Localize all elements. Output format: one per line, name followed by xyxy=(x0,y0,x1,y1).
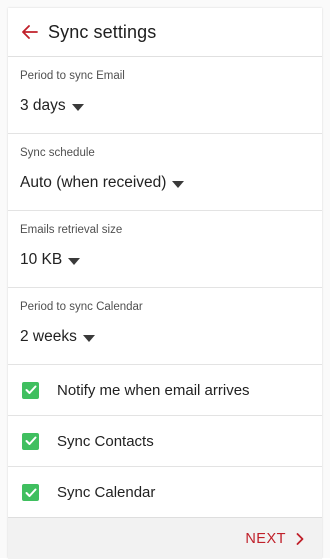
sync-contacts-checkbox-row[interactable]: Sync Contacts xyxy=(8,416,322,467)
checkbox-checked-icon[interactable] xyxy=(22,432,39,450)
settings-list: Period to sync Email 3 days Sync schedul… xyxy=(8,57,322,518)
setting-label: Sync schedule xyxy=(20,147,95,159)
caret-down-icon xyxy=(71,103,84,111)
checkbox-label: Notify me when email arrives xyxy=(57,381,250,399)
app-bar: Sync settings xyxy=(8,8,322,57)
caret-down-icon xyxy=(68,257,81,265)
dropdown-value: Auto (when received) xyxy=(20,174,167,191)
period-calendar-dropdown[interactable]: 2 weeks xyxy=(20,328,95,346)
setting-label: Period to sync Email xyxy=(20,70,125,82)
next-button[interactable]: NEXT xyxy=(245,518,304,559)
checkbox-label: Sync Contacts xyxy=(57,432,154,450)
dropdown-value: 10 KB xyxy=(20,251,63,268)
setting-label: Emails retrieval size xyxy=(20,224,123,236)
dropdown-value: 2 weeks xyxy=(20,328,77,345)
sync-calendar-checkbox-row[interactable]: Sync Calendar xyxy=(8,467,322,518)
checkbox-checked-icon[interactable] xyxy=(22,381,39,399)
sync-schedule-dropdown[interactable]: Auto (when received) xyxy=(20,174,185,192)
bottom-bar: NEXT xyxy=(8,517,322,559)
checkbox-label: Sync Calendar xyxy=(57,484,156,501)
caret-down-icon xyxy=(82,334,95,342)
back-button[interactable] xyxy=(12,8,48,56)
setting-label: Period to sync Calendar xyxy=(20,301,143,313)
setting-period-email: Period to sync Email 3 days xyxy=(8,57,322,134)
setting-retrieval-size: Emails retrieval size 10 KB xyxy=(8,211,322,288)
setting-sync-schedule: Sync schedule Auto (when received) xyxy=(8,134,322,211)
checkbox-checked-icon[interactable] xyxy=(22,484,39,501)
page-title: Sync settings xyxy=(48,21,157,42)
notify-email-checkbox-row[interactable]: Notify me when email arrives xyxy=(8,365,322,416)
setting-period-calendar: Period to sync Calendar 2 weeks xyxy=(8,288,322,365)
dropdown-value: 3 days xyxy=(20,97,66,114)
retrieval-size-dropdown[interactable]: 10 KB xyxy=(20,251,81,269)
next-label: NEXT xyxy=(245,530,286,547)
period-email-dropdown[interactable]: 3 days xyxy=(20,97,84,115)
arrow-back-icon xyxy=(22,25,38,39)
device-frame: Sync settings Period to sync Email 3 day… xyxy=(0,0,330,559)
sync-settings-screen: Sync settings Period to sync Email 3 day… xyxy=(8,8,322,559)
caret-down-icon xyxy=(172,180,185,188)
chevron-right-icon xyxy=(296,532,304,545)
